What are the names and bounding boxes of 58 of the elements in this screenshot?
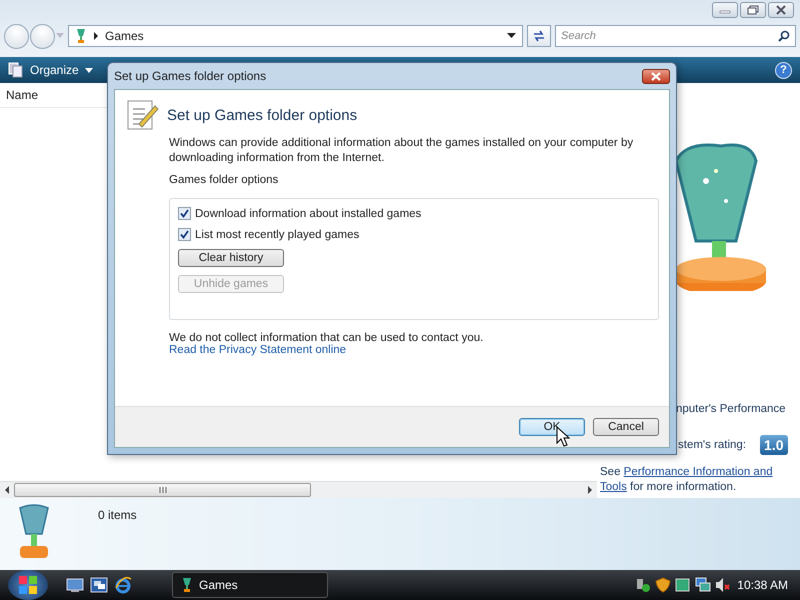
shield-icon[interactable] — [655, 577, 672, 593]
grip-icon — [158, 487, 166, 493]
item-count: 0 items — [98, 508, 137, 522]
scroll-left-icon — [4, 486, 10, 494]
address-bar[interactable]: Games — [68, 25, 523, 47]
start-button[interactable] — [8, 570, 48, 600]
help-button[interactable]: ? — [775, 62, 792, 78]
close-button[interactable] — [768, 2, 794, 18]
trophy-icon — [75, 28, 87, 44]
scroll-right-icon — [587, 486, 593, 494]
horizontal-scrollbar[interactable] — [0, 481, 597, 498]
performance-info-link[interactable]: Tools — [600, 481, 627, 493]
pages-icon — [8, 62, 24, 78]
search-field[interactable]: Search — [555, 25, 796, 47]
checkbox[interactable] — [178, 207, 191, 220]
organize-button[interactable]: Organize — [4, 60, 97, 80]
browser-icon[interactable] — [114, 576, 132, 594]
dialog-heading: Set up Games folder options — [167, 106, 358, 124]
history-dropdown-icon — [56, 33, 64, 39]
group-label: Games folder options — [169, 174, 280, 186]
breadcrumb-arrow-icon — [93, 32, 99, 40]
performance-info-link[interactable]: Performance Information and — [624, 466, 773, 478]
close-button[interactable] — [642, 68, 670, 84]
restore-button[interactable] — [740, 2, 766, 18]
check-icon — [180, 209, 189, 218]
performance-info-text: See Performance Information and Tools for more information. — [600, 465, 774, 495]
description-text: Windows can provide additional information about the games installed on your computer by downloading information from the Internet. — [169, 136, 634, 166]
option-checkbox[interactable]: List most recently played games — [178, 228, 360, 241]
privacy-link[interactable]: Read the Privacy Statement online — [169, 344, 659, 356]
option-checkbox[interactable]: Download information about installed games — [178, 207, 422, 220]
close-icon — [776, 5, 786, 15]
windows-logo-icon — [18, 575, 38, 595]
network-icon[interactable] — [695, 577, 712, 593]
clock: 10:38 AM — [737, 578, 788, 592]
check-icon — [180, 230, 189, 239]
refresh-button[interactable] — [527, 25, 551, 47]
checkbox[interactable] — [178, 228, 191, 241]
close-icon — [651, 72, 661, 80]
caret-icon — [84, 68, 93, 72]
refresh-icon — [532, 29, 546, 43]
privacy-note: We do not collect information that can be used to contact you. — [169, 332, 484, 344]
scroll-thumb[interactable] — [14, 483, 311, 497]
address-text: Games — [105, 29, 144, 43]
trophy-icon — [181, 577, 193, 593]
document-pencil-icon — [125, 98, 159, 132]
search-icon — [778, 30, 790, 42]
dialog-title: Set up Games folder options — [114, 69, 266, 83]
dropdown-icon — [507, 33, 516, 39]
speaker-muted-icon[interactable] — [715, 577, 732, 593]
performance-heading: nputer's Performance — [676, 403, 787, 415]
taskbar-window-button[interactable]: Games — [172, 572, 328, 598]
rating-badge: 1.0 — [760, 435, 788, 455]
action-button[interactable]: Clear history — [178, 249, 284, 267]
restore-icon — [747, 5, 759, 15]
dialog-button[interactable]: Cancel — [593, 418, 659, 436]
windows-switch-icon[interactable] — [90, 577, 108, 593]
rating-label: stem's rating: — [678, 439, 746, 451]
desktop-icon[interactable] — [66, 577, 84, 593]
